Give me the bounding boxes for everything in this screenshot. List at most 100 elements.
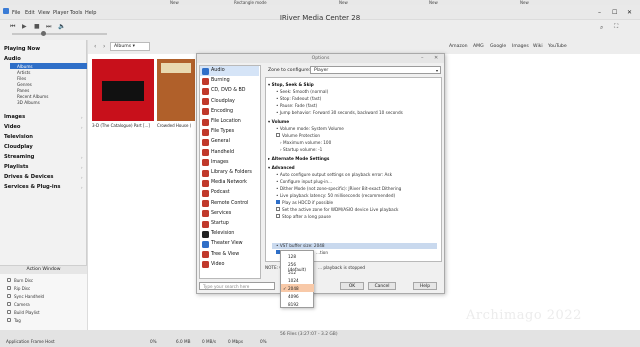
volume-protection-checkbox[interactable] (276, 133, 280, 137)
album-title-2[interactable]: Crowded House ( (157, 123, 197, 128)
sidebar-item-streaming[interactable]: Streaming (4, 154, 34, 160)
options-search-input[interactable]: Type your search here (199, 282, 275, 290)
category-item-startup[interactable]: Startup (200, 219, 259, 229)
setting-seek[interactable]: • Seek: Smooth (normal) (276, 89, 328, 94)
category-item-video[interactable]: Video (200, 260, 259, 270)
category-item-theater-view[interactable]: Theater View (200, 239, 259, 249)
setting-auto-configure[interactable]: • Auto configure output settings on play… (276, 172, 392, 177)
category-item-library-folders[interactable]: Library & Folders (200, 168, 259, 178)
seek-handle[interactable] (41, 31, 46, 36)
setting-startup-volume[interactable]: › Startup volume: -1 (280, 147, 322, 152)
category-item-cloudplay[interactable]: Cloudplay (200, 97, 259, 107)
setting-configure-input[interactable]: • Configure input plug-in... (276, 179, 332, 184)
category-item-general[interactable]: General (200, 137, 259, 147)
category-item-file-types[interactable]: File Types (200, 127, 259, 137)
sidebar-item-albums[interactable]: Albums (17, 64, 33, 69)
taskbar-app-name: Application Frame Host (6, 339, 55, 344)
sidebar-item-playing-now[interactable]: Playing Now (4, 46, 40, 52)
sidebar-item-playlists[interactable]: Playlists (4, 164, 29, 170)
sidebar-item-cloudplay[interactable]: Cloudplay (4, 144, 33, 150)
stop-after-pause-checkbox[interactable] (276, 214, 280, 218)
dropdown-option-selected[interactable]: ✓ 2048 (281, 284, 314, 292)
category-item-services[interactable]: Services (200, 209, 259, 219)
action-camera[interactable]: Camera (14, 302, 30, 307)
category-item-images[interactable]: Images (200, 158, 259, 168)
sidebar-item-images[interactable]: Images (4, 114, 25, 120)
album-cover-kraftwerk[interactable] (92, 59, 154, 121)
setting-live-latency[interactable]: • Live playback latency: 50 milliseconds… (276, 193, 395, 198)
sidebar-item-genres[interactable]: Genres (17, 82, 32, 87)
dropdown-option[interactable]: 8192 (281, 300, 314, 308)
category-item-encoding[interactable]: Encoding (200, 107, 259, 117)
action-rip-disc[interactable]: Rip Disc (14, 286, 30, 291)
link-google[interactable]: Google (490, 44, 506, 49)
category-item-television[interactable]: Television (200, 229, 259, 239)
category-item-burning[interactable]: Burning (200, 76, 259, 86)
category-item-handheld[interactable]: Handheld (200, 148, 259, 158)
dropdown-option[interactable]: 1024 (281, 276, 314, 284)
album-title-1[interactable]: 3-D (The Catalogue) Part [...] (92, 123, 154, 128)
link-wiki[interactable]: Wiki (533, 44, 543, 49)
albums-dropdown[interactable]: Albums ▾ (110, 42, 150, 51)
category-item-file-location[interactable]: File Location (200, 117, 259, 127)
setting-vst-buffer[interactable]: • VST buffer size: 2048 (276, 243, 325, 248)
category-item-tree-view[interactable]: Tree & View (200, 250, 259, 260)
link-youtube[interactable]: YouTube (548, 44, 567, 49)
stop-icon[interactable]: ■ (34, 23, 40, 30)
help-button[interactable]: Help (413, 282, 437, 290)
sidebar-item-television[interactable]: Television (4, 134, 33, 140)
group-advanced[interactable]: ▾ Advanced (268, 165, 295, 170)
link-amazon[interactable]: Amazon (449, 44, 468, 49)
category-item-media-network[interactable]: Media Network (200, 178, 259, 188)
category-item-podcast[interactable]: Podcast (200, 188, 259, 198)
dropdown-option[interactable]: 4096 (281, 292, 314, 300)
sidebar-item-audio[interactable]: Audio (4, 56, 21, 62)
seek-bar[interactable] (12, 33, 107, 35)
next-icon[interactable]: ⏭ (46, 23, 51, 31)
category-item-remote-control[interactable]: Remote Control (200, 199, 259, 209)
group-alternate-mode[interactable]: ▸ Alternate Mode Settings (268, 156, 329, 161)
setting-jump[interactable]: • Jump behavior: Forward 30 seconds, bac… (276, 110, 403, 115)
back-icon[interactable]: ‹ (94, 43, 96, 50)
sidebar-item-3d-albums[interactable]: 3D Albums (17, 100, 40, 105)
sidebar-item-services-plugins[interactable]: Services & Plug-ins (4, 184, 61, 190)
play-hdcd-checkbox[interactable] (276, 200, 280, 204)
wdm-zone-checkbox[interactable] (276, 207, 280, 211)
sidebar-item-files[interactable]: Files (17, 76, 26, 81)
sidebar-item-video[interactable]: Video (4, 124, 21, 130)
fullscreen-icon[interactable]: ⛶ (614, 23, 618, 31)
sidebar-item-recent-albums[interactable]: Recent Albums (17, 94, 48, 99)
action-tag[interactable]: Tag (14, 318, 21, 323)
dropdown-option[interactable]: 256 (default) (281, 260, 314, 272)
ok-button[interactable]: OK (340, 282, 364, 290)
category-item-audio[interactable]: Audio (200, 66, 259, 77)
sidebar-item-drives-devices[interactable]: Drives & Devices (4, 174, 53, 180)
group-volume[interactable]: ▾ Volume (268, 119, 289, 124)
dialog-minimize-button[interactable]: – (421, 55, 424, 61)
dropdown-option[interactable]: 128 (281, 252, 314, 260)
link-amg[interactable]: AMG (473, 44, 484, 49)
setting-stop[interactable]: • Stop: Fadeout (fast) (276, 96, 321, 101)
forward-icon[interactable]: › (103, 43, 105, 50)
search-icon[interactable]: ⌕ (600, 24, 603, 32)
dialog-close-button[interactable]: ✕ (434, 55, 438, 61)
prev-icon[interactable]: ⏮ (10, 23, 15, 31)
action-build-playlist[interactable]: Build Playlist (14, 310, 40, 315)
action-sync-handheld[interactable]: Sync Handheld (14, 294, 44, 299)
setting-pause[interactable]: • Pause: Fade (fast) (276, 103, 317, 108)
dropdown-option[interactable]: 512 (281, 268, 314, 276)
link-images[interactable]: Images (512, 44, 529, 49)
setting-max-volume[interactable]: › Maximum volume: 100 (280, 140, 331, 145)
album-cover-crowded-house[interactable] (157, 59, 195, 121)
group-stop-seek-skip[interactable]: ▾ Stop, Seek & Skip (268, 82, 314, 87)
cancel-button[interactable]: Cancel (368, 282, 396, 290)
action-burn-disc[interactable]: Burn Disc (14, 278, 33, 283)
setting-volume-mode[interactable]: • Volume mode: System Volume (276, 126, 344, 131)
setting-dither-mode[interactable]: • Dither Mode (not zone-specific): JRive… (276, 186, 401, 191)
play-icon[interactable]: ▶ (22, 23, 27, 30)
volume-icon[interactable]: 🔈 (58, 23, 65, 30)
category-item-cd-dvd-bd[interactable]: CD, DVD & BD (200, 86, 259, 96)
sidebar-item-artists[interactable]: Artists (17, 70, 30, 75)
zone-select[interactable]: Player ▾ (310, 66, 441, 74)
sidebar-item-panes[interactable]: Panes (17, 88, 29, 93)
